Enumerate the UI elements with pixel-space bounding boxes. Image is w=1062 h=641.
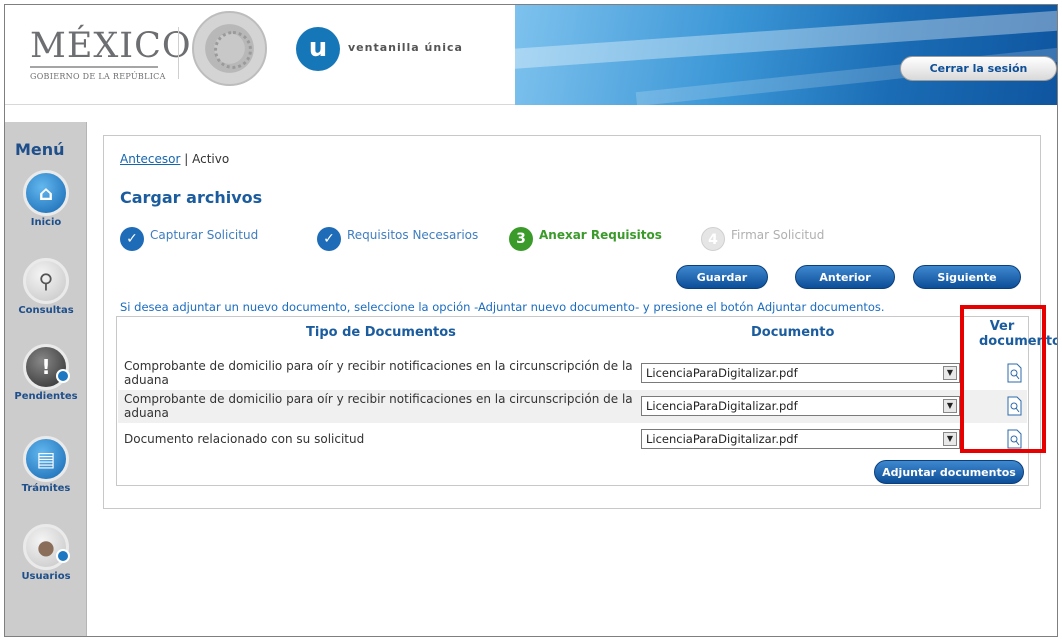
sidebar-item-tramites[interactable]: ▤ Trámites bbox=[5, 436, 87, 494]
document-type: Documento relacionado con su solicitud bbox=[124, 432, 365, 446]
check-icon: ✓ bbox=[317, 227, 341, 251]
select-value: LicenciaParaDigitalizar.pdf bbox=[646, 432, 798, 446]
user-badge bbox=[56, 549, 70, 563]
brand-subtitle: GOBIERNO DE LA REPÚBLICA bbox=[30, 72, 166, 81]
sidebar-item-inicio[interactable]: ⌂ Inicio bbox=[5, 170, 87, 228]
document-select[interactable]: LicenciaParaDigitalizar.pdf ▼ bbox=[641, 396, 960, 416]
dropdown-arrow-icon[interactable]: ▼ bbox=[943, 432, 957, 446]
national-seal-icon bbox=[192, 11, 267, 86]
logout-button[interactable]: Cerrar la sesión bbox=[900, 56, 1057, 81]
sidebar-menu: Menú ⌂ Inicio ⚲ Consultas ! Pendientes ▤… bbox=[5, 122, 87, 636]
step-label: Capturar Solicitud bbox=[150, 228, 259, 242]
users-icon: ● bbox=[23, 524, 70, 570]
documents-table: Tipo de Documentos Documento Ver documen… bbox=[116, 316, 1057, 486]
step-number-icon: 3 bbox=[509, 227, 533, 251]
sidebar-item-label: Usuarios bbox=[21, 571, 71, 582]
notification-badge bbox=[56, 369, 70, 383]
check-icon: ✓ bbox=[120, 227, 144, 251]
dropdown-arrow-icon[interactable]: ▼ bbox=[943, 399, 957, 413]
logo-separator bbox=[178, 27, 179, 79]
table-row: Documento relacionado con su solicitud L… bbox=[118, 423, 1027, 456]
menu-title: Menú bbox=[15, 140, 65, 159]
vu-brand-text: ventanilla única bbox=[348, 41, 463, 54]
sidebar-item-label: Consultas bbox=[18, 305, 74, 316]
document-select[interactable]: LicenciaParaDigitalizar.pdf ▼ bbox=[641, 429, 960, 449]
breadcrumb: Antecesor | Activo bbox=[120, 152, 229, 166]
sidebar-item-pendientes[interactable]: ! Pendientes bbox=[5, 344, 87, 402]
sidebar-item-consultas[interactable]: ⚲ Consultas bbox=[5, 258, 87, 316]
document-icon: ▤ bbox=[23, 436, 69, 482]
step-number-icon: 4 bbox=[701, 227, 725, 251]
select-value: LicenciaParaDigitalizar.pdf bbox=[646, 399, 798, 413]
attach-documents-button[interactable]: Adjuntar documentos bbox=[874, 460, 1024, 484]
sidebar-item-label: Trámites bbox=[21, 483, 71, 494]
document-type: Comprobante de domicilio para oír y reci… bbox=[124, 392, 633, 420]
breadcrumb-link[interactable]: Antecesor bbox=[120, 152, 180, 166]
exclamation-icon: ! bbox=[23, 344, 70, 390]
previous-button[interactable]: Anterior bbox=[795, 265, 895, 289]
step-label: Firmar Solicitud bbox=[731, 228, 825, 242]
mexico-logo: MÉXICO GOBIERNO DE LA REPÚBLICA bbox=[30, 27, 192, 81]
breadcrumb-separator: | bbox=[184, 152, 189, 166]
instruction-text: Si desea adjuntar un nuevo documento, se… bbox=[120, 300, 885, 314]
sidebar-item-label: Inicio bbox=[30, 217, 62, 228]
next-button[interactable]: Siguiente bbox=[913, 265, 1021, 289]
save-button[interactable]: Guardar bbox=[676, 265, 768, 289]
header-banner bbox=[515, 5, 1057, 105]
page-title: Cargar archivos bbox=[120, 188, 263, 207]
dropdown-arrow-icon[interactable]: ▼ bbox=[943, 366, 957, 380]
document-type: Comprobante de domicilio para oír y reci… bbox=[124, 359, 633, 387]
breadcrumb-current: Activo bbox=[192, 152, 230, 166]
header: MÉXICO GOBIERNO DE LA REPÚBLICA u ventan… bbox=[5, 5, 1057, 105]
app-window: MÉXICO GOBIERNO DE LA REPÚBLICA u ventan… bbox=[4, 4, 1058, 637]
wizard-steps: ✓ Capturar Solicitud ✓ Requisitos Necesa… bbox=[120, 224, 1020, 251]
step-label: Anexar Requisitos bbox=[539, 228, 662, 242]
brand-word: MÉXICO bbox=[30, 26, 192, 66]
home-icon: ⌂ bbox=[23, 170, 69, 216]
content-panel: Antecesor | Activo Cargar archivos ✓ Cap… bbox=[103, 135, 1057, 509]
vu-logo-icon: u bbox=[296, 27, 340, 71]
column-header-document: Documento bbox=[751, 325, 835, 340]
magnifier-icon: ⚲ bbox=[23, 258, 69, 304]
sidebar-item-usuarios[interactable]: ● Usuarios bbox=[5, 524, 87, 582]
brand-divider bbox=[30, 66, 158, 68]
select-value: LicenciaParaDigitalizar.pdf bbox=[646, 366, 798, 380]
table-row: Comprobante de domicilio para oír y reci… bbox=[118, 390, 1027, 423]
document-select[interactable]: LicenciaParaDigitalizar.pdf ▼ bbox=[641, 363, 960, 383]
highlight-box bbox=[960, 305, 1046, 453]
sidebar-item-label: Pendientes bbox=[14, 391, 78, 402]
table-row: Comprobante de domicilio para oír y reci… bbox=[118, 357, 1027, 390]
step-label: Requisitos Necesarios bbox=[347, 228, 479, 242]
column-header-type: Tipo de Documentos bbox=[306, 325, 456, 340]
